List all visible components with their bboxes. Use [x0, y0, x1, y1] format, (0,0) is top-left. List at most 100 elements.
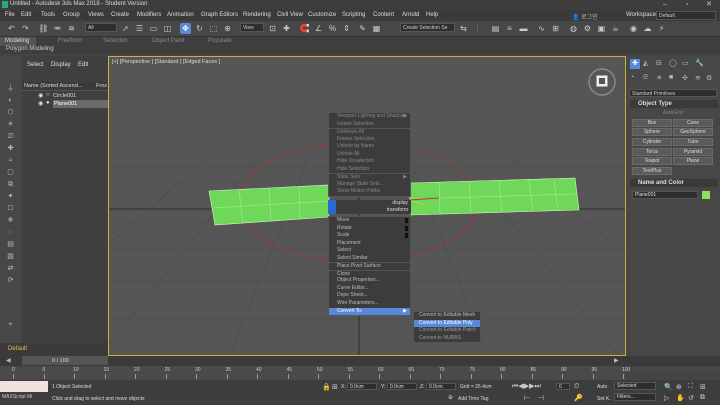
layer-explorer-icon[interactable]: ≡ — [504, 23, 515, 34]
maximize-viewport-icon[interactable]: ⧉ — [700, 394, 705, 402]
selection-filter-dropdown[interactable]: All — [85, 23, 117, 32]
lock-selection-icon[interactable]: 🔒 — [322, 383, 331, 391]
item-circle001[interactable]: Circle001 — [53, 93, 76, 99]
menu-rendering[interactable]: Rendering — [243, 12, 271, 18]
display-helpers-icon[interactable]: ✚ — [5, 144, 16, 154]
tab-object-paint[interactable]: Object Paint — [152, 38, 185, 44]
spinner-snap-icon[interactable]: ⇕ — [341, 23, 352, 34]
explorer-tab-select[interactable]: Select — [27, 62, 44, 68]
display-tab-icon[interactable]: ▭ — [682, 59, 689, 67]
menu-item[interactable]: Unhide by Name — [329, 143, 410, 151]
systems-icon[interactable]: ⚙ — [706, 74, 712, 82]
y-coordinate-field[interactable]: 0.0cm — [387, 383, 417, 390]
rectangular-selection-icon[interactable]: ▭ — [148, 23, 159, 34]
menu-item[interactable]: Convert To: ▶ — [329, 307, 410, 316]
menu-item[interactable]: State Sets ▶ — [329, 173, 410, 181]
menu-item[interactable]: Select — [329, 247, 410, 255]
options-box-icon[interactable] — [405, 233, 408, 239]
cameras-icon[interactable]: ■ — [669, 74, 673, 81]
submenu-item[interactable]: Convert to Editable Patch — [414, 327, 480, 335]
percent-snap-icon[interactable]: % — [327, 23, 338, 34]
menu-item[interactable]: Move — [329, 217, 410, 225]
bind-spacewarp-icon[interactable]: ≋ — [66, 23, 77, 34]
edit-named-selection-icon[interactable]: ✎ — [357, 23, 368, 34]
display-shapes-icon[interactable]: ⬡ — [5, 108, 16, 118]
select-manipulate-icon[interactable]: ✚ — [281, 23, 292, 34]
geometry-icon[interactable]: ◔ — [630, 74, 634, 81]
move-icon[interactable]: ✥ — [180, 23, 191, 34]
minimize-button[interactable]: – — [654, 0, 676, 10]
set-key-button[interactable]: Set K. — [597, 396, 611, 402]
submenu-item[interactable]: Convert to Editable Poly — [414, 319, 480, 327]
display-groups-icon[interactable]: ▢ — [5, 168, 16, 178]
menu-modifiers[interactable]: Modifiers — [137, 12, 161, 18]
autogrid-checkbox[interactable]: AutoGrid — [663, 110, 683, 116]
object-name-input[interactable]: Plane001 — [632, 191, 698, 199]
current-frame-field[interactable]: 0 — [556, 383, 570, 390]
display-containers-icon[interactable]: ☐ — [5, 204, 16, 214]
menu-item[interactable]: Show Motion Paths — [329, 188, 410, 196]
named-selection-set-dropdown[interactable]: Create Selection Se — [400, 23, 455, 32]
time-config-icon[interactable]: ⏲ — [574, 383, 579, 391]
plane-button[interactable]: Plane — [673, 157, 713, 165]
time-tag-icon[interactable]: ⊕ — [448, 394, 453, 401]
workspaces-dropdown[interactable]: Default — [656, 11, 716, 20]
pan-icon[interactable]: ✋ — [676, 394, 685, 402]
x-coordinate-field[interactable]: 0.0cm — [347, 383, 377, 390]
maxscript-label[interactable]: MAXScript Mi — [2, 394, 32, 400]
reference-coordinate-dropdown[interactable]: View — [240, 23, 264, 32]
menu-views[interactable]: Views — [88, 12, 104, 18]
explorer-tab-display[interactable]: Display — [51, 62, 71, 68]
display-frozen-icon[interactable]: ❄ — [5, 216, 16, 226]
maxscript-listener[interactable] — [0, 381, 48, 392]
rendered-frame-window-icon[interactable]: ▣ — [596, 23, 607, 34]
tab-populate[interactable]: Populate — [208, 38, 232, 44]
list-item[interactable]: ◉ ○ Circle001 — [22, 92, 108, 100]
next-frame-icon[interactable]: ▶ — [614, 357, 619, 364]
submenu-item[interactable]: Convert to NURBS — [414, 335, 480, 343]
link-icon[interactable]: ⛓ — [38, 23, 49, 34]
shapes-icon[interactable]: ᘓ — [643, 74, 648, 82]
create-tab-icon[interactable]: ✚ — [630, 59, 640, 69]
zoom-icon[interactable]: 🔍 — [664, 383, 673, 391]
options-box-icon[interactable] — [405, 218, 408, 223]
mirror-icon[interactable]: ⇆ — [458, 23, 469, 34]
object-type-rollout[interactable]: Object Type — [630, 100, 718, 108]
select-by-name-icon[interactable]: ☰ — [134, 23, 145, 34]
default-layer-label[interactable]: Default — [8, 346, 27, 352]
key-filters-button[interactable]: Filters... — [614, 393, 656, 401]
sphere-button[interactable]: Sphere — [632, 128, 672, 136]
menu-graph-editors[interactable]: Graph Editors — [201, 12, 238, 18]
name-and-color-rollout[interactable]: Name and Color — [630, 179, 718, 187]
menu-item[interactable]: Unfreeze All — [329, 128, 410, 136]
select-object-icon[interactable]: ➚ — [120, 23, 131, 34]
motion-tab-icon[interactable]: ◯ — [669, 59, 677, 67]
cone-button[interactable]: Cone — [673, 119, 713, 127]
menu-item[interactable]: Curve Editor... — [329, 285, 410, 293]
material-editor-icon[interactable]: ◍ — [568, 23, 579, 34]
geosphere-button[interactable]: GeoSphere — [673, 128, 713, 136]
snap-toggle-icon[interactable]: 🧲 — [299, 23, 310, 34]
polygon-modeling-label[interactable]: Polygon Modeling — [6, 46, 54, 52]
menu-group[interactable]: Group — [63, 12, 80, 18]
curve-editor-icon[interactable]: ∿ — [536, 23, 547, 34]
display-bones-icon[interactable]: ✦ — [5, 192, 16, 202]
menu-item[interactable]: Rotate — [329, 225, 410, 233]
add-time-tag[interactable]: Add Time Tag — [458, 396, 488, 402]
hierarchy-tab-icon[interactable]: ⊟ — [656, 59, 662, 67]
viewport-label[interactable]: [+] [Perspective ] [Standard ] [Edged Fa… — [112, 59, 220, 65]
selected-dropdown[interactable]: Selected — [614, 382, 656, 390]
scene-explorer-toggle-icon[interactable]: ▤ — [490, 23, 501, 34]
rotate-icon[interactable]: ↻ — [194, 23, 205, 34]
angle-snap-icon[interactable]: ∠ — [313, 23, 324, 34]
menu-item[interactable]: Object Properties... — [329, 277, 410, 285]
display-geometry-icon[interactable]: ◐ — [5, 96, 16, 106]
torus-button[interactable]: Torus — [632, 148, 672, 156]
viewcube-icon[interactable] — [587, 67, 617, 97]
field-of-view-icon[interactable]: ▷ — [664, 394, 669, 402]
teapot-button[interactable]: Teapot — [632, 157, 672, 165]
named-selection-icon[interactable]: ▦ — [371, 23, 382, 34]
maximize-button[interactable]: ▫ — [676, 0, 698, 10]
utilities-tab-icon[interactable]: 🔧 — [695, 59, 704, 67]
zoom-all-icon[interactable]: ⊕ — [676, 383, 682, 391]
